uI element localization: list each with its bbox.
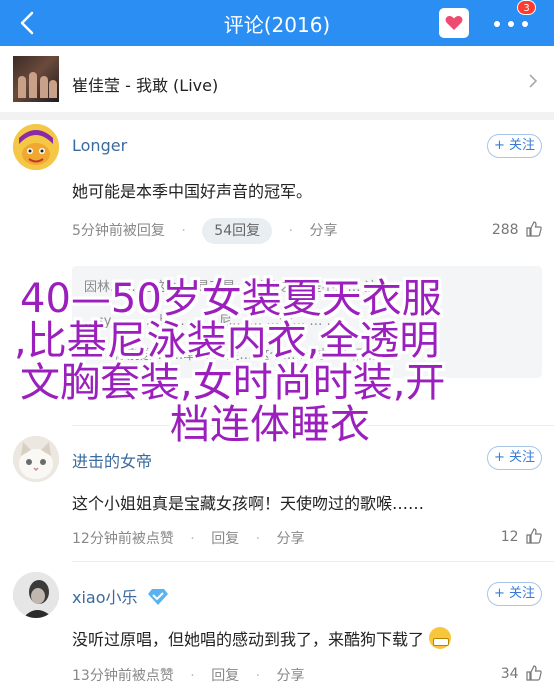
song-title: 崔佳莹 - 我敢 (Live) bbox=[72, 76, 219, 95]
notification-badge: 3 bbox=[517, 0, 536, 15]
comment-item: 进击的女帝 + 关注 这个小姐姐真是宝藏女孩啊！天使吻过的歌喉…… 12分钟前被… bbox=[0, 432, 554, 562]
album-cover bbox=[13, 56, 59, 102]
comment-time: 13分钟前被点赞 bbox=[72, 668, 174, 684]
divider bbox=[72, 561, 554, 562]
avatar[interactable] bbox=[13, 436, 59, 482]
thumbs-up-icon bbox=[526, 665, 542, 681]
like-number: 34 bbox=[500, 666, 519, 682]
share-button[interactable]: 分享 bbox=[309, 223, 337, 239]
follow-button[interactable]: + 关注 bbox=[487, 446, 542, 470]
username[interactable]: Longer bbox=[72, 136, 127, 155]
reply-preview-box[interactable]: 因林… …是这么… 是不是… 就像之… 是不是… 这… …sy… … …比… …… bbox=[72, 266, 542, 378]
username[interactable]: 进击的女帝 bbox=[72, 448, 152, 472]
comment-time: 5分钟前被回复 bbox=[72, 223, 165, 239]
grin-emoji-icon bbox=[429, 627, 452, 649]
reply-line: … …你别这… …卓… …定… 这个… …时… 后面还… bbox=[84, 348, 395, 363]
comment-time: 12分钟前被点赞 bbox=[72, 531, 174, 547]
comment-text-content: 没听过原唱，但她唱的感动到我了，来酷狗下载了 bbox=[72, 630, 425, 649]
reply-button[interactable]: 回复 bbox=[211, 531, 239, 547]
thumbs-up-icon bbox=[526, 221, 542, 237]
like-song-button[interactable] bbox=[439, 8, 469, 38]
comment-text: 这个小姐姐真是宝藏女孩啊！天使吻过的歌喉…… bbox=[72, 494, 425, 513]
like-count[interactable]: 288 bbox=[492, 221, 542, 238]
avatar[interactable] bbox=[13, 572, 59, 618]
replies-button[interactable]: 54回复 bbox=[202, 218, 273, 244]
song-info-bar[interactable]: 崔佳莹 - 我敢 (Live) bbox=[0, 46, 554, 120]
comment-text: 没听过原唱，但她唱的感动到我了，来酷狗下载了 bbox=[72, 626, 452, 650]
heart-icon bbox=[445, 15, 463, 30]
follow-button[interactable]: + 关注 bbox=[487, 582, 542, 606]
reply-line: 因林… …是这么… 是不是… 就像之… 是不是… 这… bbox=[84, 280, 391, 295]
divider bbox=[72, 425, 554, 426]
top-bar: 评论(2016) 3 bbox=[0, 0, 554, 46]
separator: · bbox=[255, 531, 261, 547]
cat-avatar-icon bbox=[13, 436, 59, 482]
reply-line: …sy… … …比… … …尼… … …全… … … bbox=[84, 314, 340, 329]
comment-meta: 13分钟前被点赞 · 回复 · 分享 bbox=[72, 665, 305, 685]
avatar[interactable] bbox=[13, 124, 59, 170]
page-title: 评论(2016) bbox=[223, 13, 331, 37]
follow-button[interactable]: + 关注 bbox=[487, 134, 542, 158]
separator: · bbox=[190, 531, 195, 547]
username-text: xiao小乐 bbox=[72, 588, 138, 607]
share-button[interactable]: 分享 bbox=[277, 531, 305, 547]
thumbs-up-icon bbox=[526, 528, 542, 544]
chevron-right-icon bbox=[529, 74, 538, 88]
like-count[interactable]: 34 bbox=[501, 665, 542, 682]
username[interactable]: xiao小乐 bbox=[72, 584, 169, 608]
verified-diamond-icon bbox=[147, 589, 168, 605]
like-number: 288 bbox=[491, 222, 519, 238]
cartoon-avatar-icon bbox=[13, 124, 59, 170]
separator: · bbox=[288, 223, 294, 239]
separator: · bbox=[190, 668, 195, 684]
comment-item: xiao小乐 + 关注 没听过原唱，但她唱的感动到我了，来酷狗下载了 13分钟前… bbox=[0, 568, 554, 699]
separator: · bbox=[181, 223, 186, 239]
share-button[interactable]: 分享 bbox=[277, 668, 305, 684]
comment-text: 她可能是本季中国好声音的冠军。 bbox=[72, 182, 313, 201]
comment-meta: 5分钟前被回复 · 54回复 · 分享 bbox=[72, 218, 337, 244]
like-count[interactable]: 12 bbox=[501, 528, 542, 545]
separator: · bbox=[255, 668, 261, 684]
photo-avatar-icon bbox=[13, 572, 59, 618]
reply-button[interactable]: 回复 bbox=[211, 668, 239, 684]
comment-meta: 12分钟前被点赞 · 回复 · 分享 bbox=[72, 528, 305, 548]
like-number: 12 bbox=[500, 529, 519, 545]
more-menu-icon[interactable] bbox=[494, 21, 528, 27]
